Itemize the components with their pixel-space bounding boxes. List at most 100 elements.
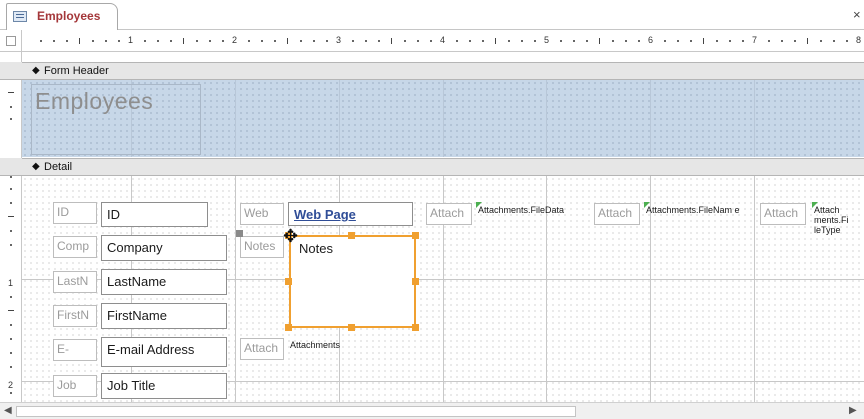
ruler-number: 7 [752,35,758,45]
notes-field[interactable]: Notes [289,235,416,328]
detail-bar-left [0,158,22,176]
header-bar-left [0,62,22,80]
detail-bar[interactable]: ◆ Detail [22,158,864,176]
ruler-tick [768,40,770,42]
web-label[interactable]: Web [240,203,284,225]
resize-handle[interactable] [348,232,355,239]
firstname-label[interactable]: FirstN [53,305,97,327]
ruler-tick [10,352,12,354]
firstname-field[interactable]: FirstName [101,303,227,329]
close-icon[interactable]: × [853,7,861,22]
resize-handle[interactable] [348,324,355,331]
attach-label-3[interactable]: Attach [594,203,640,225]
ruler-tick [274,40,276,42]
ruler-tick [573,40,575,42]
section-arrow-icon: ◆ [32,65,40,76]
ruler-tick [196,40,198,42]
ruler-tick [8,310,14,311]
filetype-field[interactable]: Attach ments.Fi leType [812,203,852,243]
ruler-tick [404,40,406,42]
ruler-tick [586,40,588,42]
ruler-tick [612,40,614,42]
ruler-tick [10,118,12,120]
ruler-tick [690,40,692,42]
form-selector[interactable] [0,30,22,52]
ruler-number: 8 [856,35,862,45]
id-label[interactable]: ID [53,202,97,224]
attachments-field[interactable]: Attachments [288,338,413,360]
ruler-tick [742,40,744,42]
attach-label-4[interactable]: Attach [760,203,806,225]
filename-field[interactable]: Attachments.FileNam e [644,203,748,233]
email-label[interactable]: E- [53,339,97,361]
grid-line [546,80,547,157]
ruler-tick [625,40,627,42]
move-cursor-icon: ✥ [283,226,299,246]
attach-label-2[interactable]: Attach [426,203,472,225]
ruler-tick [833,40,835,42]
resize-handle[interactable] [412,278,419,285]
resize-handle[interactable] [285,324,292,331]
filedata-field[interactable]: Attachments.FileData [476,203,586,225]
ruler-number: 4 [440,35,446,45]
ruler-number: 1 [128,35,134,45]
jobtitle-field[interactable]: Job Title [101,373,227,399]
grid-line [443,80,444,157]
form-icon [13,11,27,22]
resize-handle[interactable] [412,324,419,331]
page-title: Employees [35,88,154,114]
tab-employees[interactable]: Employees [6,3,118,30]
form-header-bar[interactable]: ◆ Form Header [22,62,864,80]
ruler-tick [326,40,328,42]
attach-label[interactable]: Attach [240,338,284,360]
ruler-tick [10,338,12,340]
resize-handle[interactable] [285,278,292,285]
grid-line [339,80,340,157]
ruler-tick [703,38,704,44]
ruler-number: 1 [8,278,14,288]
ruler-tick [378,40,380,42]
email-field[interactable]: E-mail Address [101,337,227,367]
scroll-left-icon[interactable]: ◀ [4,405,12,416]
lastname-field[interactable]: LastName [101,269,227,295]
ruler-tick [729,40,731,42]
ruler-tick [781,40,783,42]
ruler-tick [157,40,159,42]
ruler-tick [66,40,68,42]
ruler-tick [10,176,12,178]
ruler-tick [794,40,796,42]
ruler-tick [469,40,471,42]
ruler-tick [10,324,12,326]
jobtitle-label[interactable]: Job [53,375,97,397]
move-handle[interactable] [236,230,243,237]
ruler-tick [261,40,263,42]
ruler-tick [482,40,484,42]
ruler-tick [365,40,367,42]
notes-label[interactable]: Notes [240,236,284,258]
company-label[interactable]: Comp [53,236,97,258]
scroll-thumb[interactable] [16,406,576,417]
vertical-ruler[interactable]: 12 [0,52,22,402]
ruler-tick [8,92,14,93]
ruler-tick [10,296,12,298]
grid-line [235,80,236,157]
ruler-tick [599,38,600,44]
grid-line [650,80,651,157]
ruler-tick [10,230,12,232]
id-field[interactable]: ID [101,202,208,227]
scroll-right-icon[interactable]: ▶ [849,405,857,416]
horizontal-ruler[interactable]: 1 2 3 4 5 6 7 8 [22,30,864,52]
web-page-field[interactable]: Web Page [288,202,413,226]
ruler-tick [248,40,250,42]
resize-handle[interactable] [412,232,419,239]
detail-label: Detail [44,161,73,173]
ruler-tick [222,40,224,42]
company-field[interactable]: Company [101,235,227,261]
ruler-tick [183,38,184,44]
ruler-tick [534,40,536,42]
ruler-number: 3 [336,35,342,45]
horizontal-scrollbar[interactable]: ◀ ▶ [0,402,864,419]
lastname-label[interactable]: LastN [53,271,97,293]
ruler-number: 2 [8,380,14,390]
ruler-tick [521,40,523,42]
